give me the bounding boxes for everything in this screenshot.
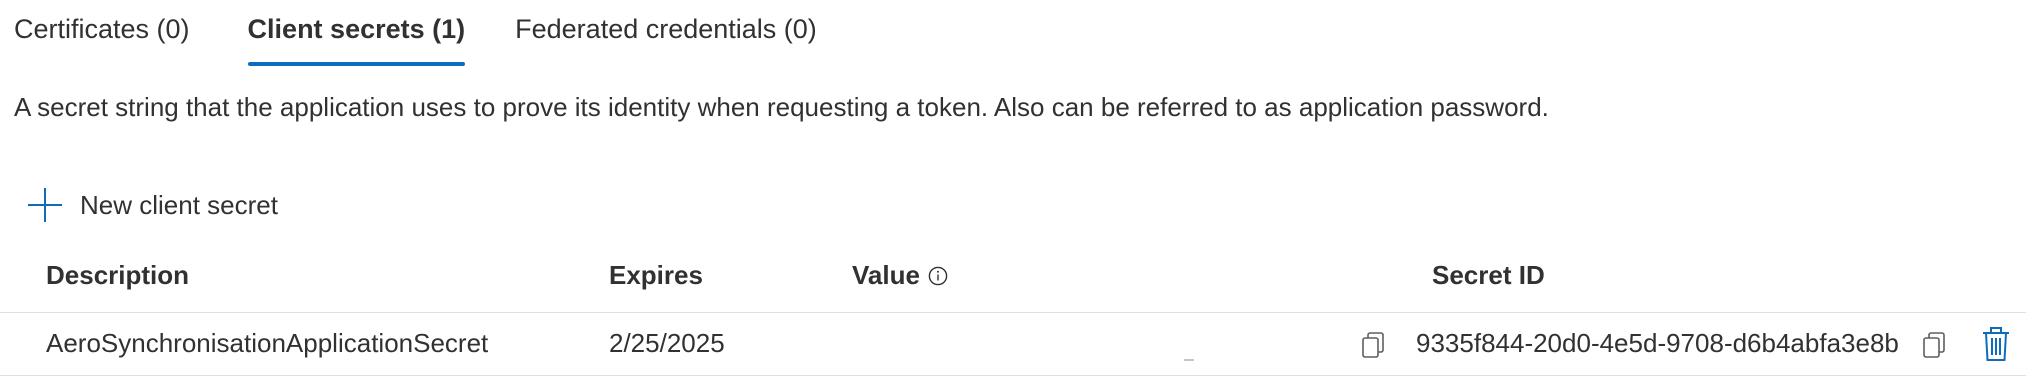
plus-icon [28,188,62,222]
table-header: Description Expires Value Secret ID [0,252,2026,313]
info-icon[interactable] [928,266,948,286]
trash-icon[interactable] [1980,325,2012,363]
copy-icon[interactable] [1359,329,1391,361]
secret-id-value: 9335f844-20d0-4e5d-9708-d6b4abfa3e8b [1416,328,1899,358]
secret-description: AeroSynchronisationApplicationSecret [46,328,489,358]
credentials-tabs: Certificates (0) Client secrets (1) Fede… [14,0,817,66]
column-expires: Expires [609,260,703,290]
new-client-secret-button[interactable]: New client secret [28,185,278,225]
secret-value-masked [1184,359,1194,361]
secret-expires: 2/25/2025 [609,328,725,358]
column-value-label: Value [852,260,920,290]
copy-icon[interactable] [1920,329,1952,361]
tab-client-secrets[interactable]: Client secrets (1) [247,0,465,66]
column-description: Description [46,260,190,290]
table-row: AeroSynchronisationApplicationSecret 2/2… [0,313,2026,376]
tab-certificates[interactable]: Certificates (0) [14,0,190,66]
tab-federated-credentials[interactable]: Federated credentials (0) [515,0,817,66]
column-secret-id: Secret ID [1432,260,1545,290]
client-secrets-description: A secret string that the application use… [14,92,1549,122]
column-value: Value [852,260,948,291]
new-client-secret-label: New client secret [80,189,278,220]
